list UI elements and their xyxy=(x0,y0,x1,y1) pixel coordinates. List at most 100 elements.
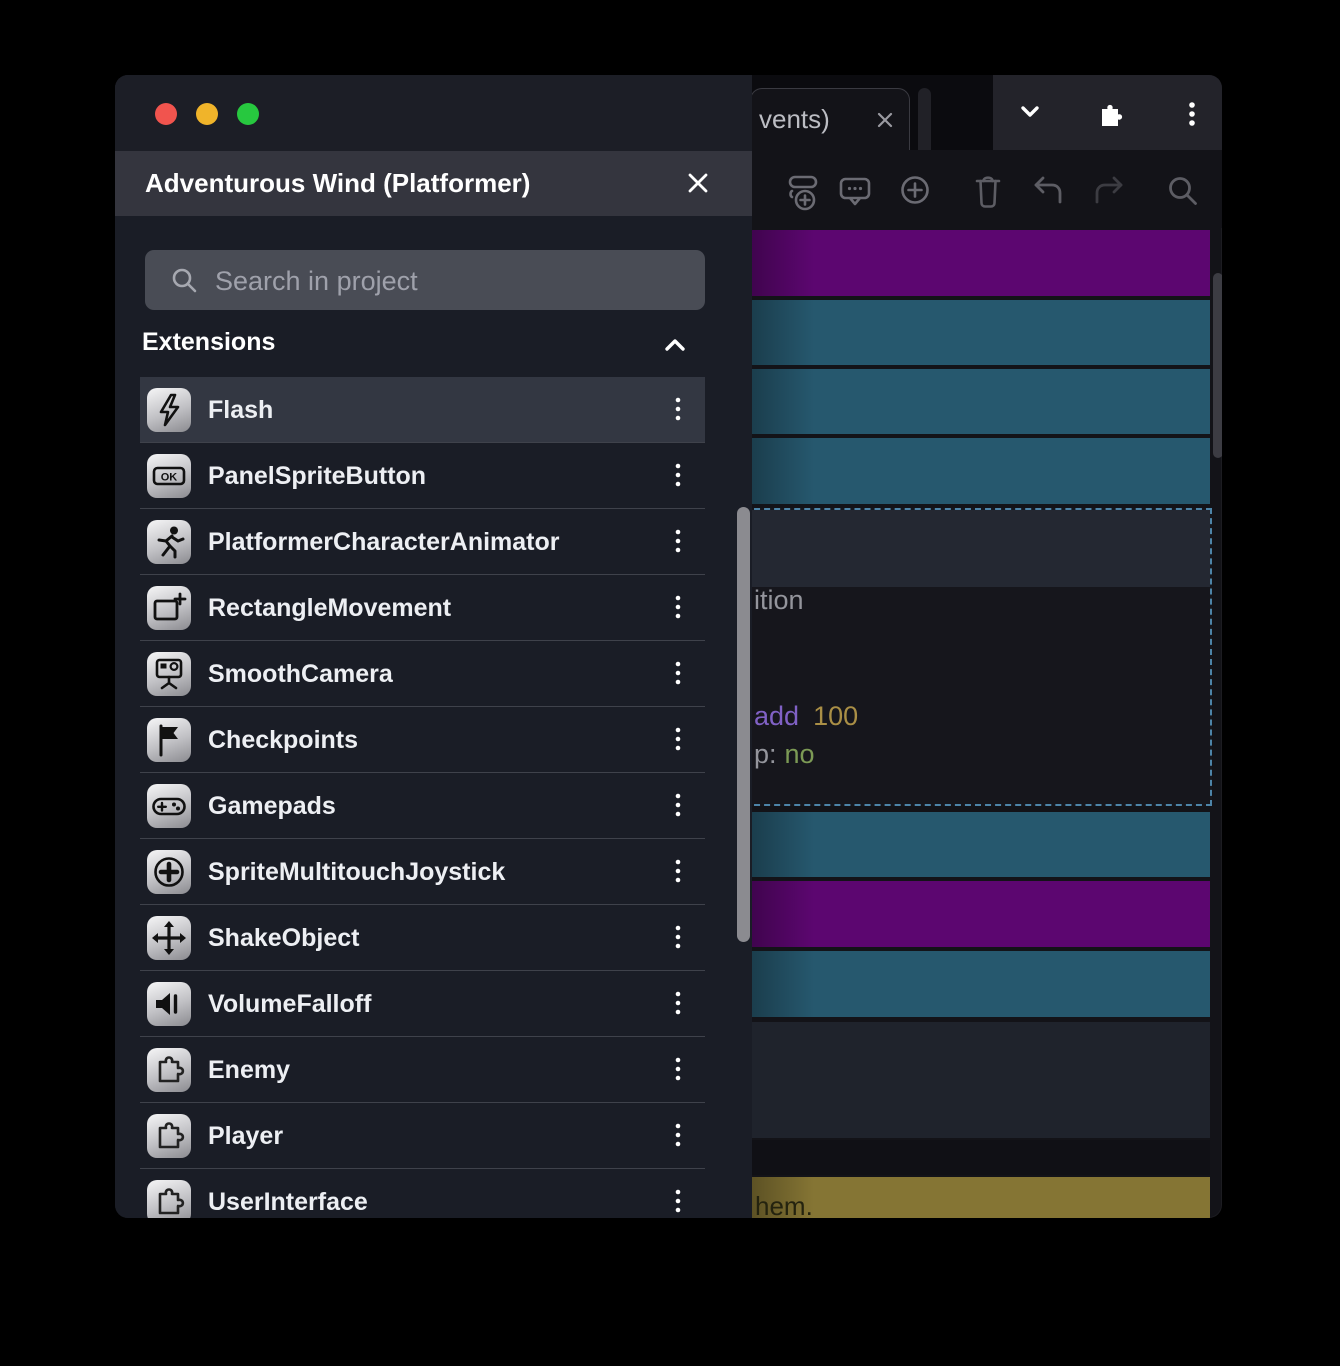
event-row[interactable] xyxy=(752,812,1210,877)
extension-label: Gamepads xyxy=(208,791,336,820)
search-icon xyxy=(172,268,197,293)
search-box xyxy=(145,250,705,312)
chevron-down-icon[interactable] xyxy=(1015,97,1045,127)
list-item-panelspritebutton[interactable]: OK PanelSpriteButton xyxy=(140,443,705,509)
panel-scrollbar-thumb[interactable] xyxy=(737,507,750,942)
item-menu-icon[interactable] xyxy=(667,723,689,757)
speaker-icon xyxy=(147,982,191,1026)
comment-text: hem. xyxy=(755,1191,813,1218)
add-sub-event-icon[interactable] xyxy=(780,170,824,214)
extension-label: SmoothCamera xyxy=(208,659,393,688)
list-item-spritemultitouchjoystick[interactable]: SpriteMultitouchJoystick xyxy=(140,839,705,905)
tab-events-label: vents) xyxy=(759,104,830,134)
list-item-volumefalloff[interactable]: VolumeFalloff xyxy=(140,971,705,1037)
extension-label: Player xyxy=(208,1121,284,1150)
event-row[interactable] xyxy=(752,1022,1210,1138)
chevron-up-icon[interactable] xyxy=(658,330,692,360)
extension-label: PanelSpriteButton xyxy=(208,461,427,490)
event-row[interactable] xyxy=(752,951,1210,1017)
gamepad-icon xyxy=(147,784,191,828)
list-item-rectanglemovement[interactable]: RectangleMovement xyxy=(140,575,705,641)
events-scrollbar-thumb[interactable] xyxy=(1213,273,1222,458)
comment-event-row[interactable]: hem. xyxy=(752,1177,1210,1218)
move-arrows-icon xyxy=(147,916,191,960)
list-item-gamepads[interactable]: Gamepads xyxy=(140,773,705,839)
item-menu-icon[interactable] xyxy=(667,459,689,493)
event-row[interactable] xyxy=(752,300,1210,365)
event-row[interactable] xyxy=(752,369,1210,434)
tab-close-icon[interactable] xyxy=(873,108,897,132)
item-menu-icon[interactable] xyxy=(667,657,689,691)
puzzle-icon xyxy=(147,1180,191,1218)
item-menu-icon[interactable] xyxy=(667,1119,689,1153)
action-prefix: p: xyxy=(754,739,777,769)
list-item-flash[interactable]: Flash xyxy=(140,377,705,443)
next-tab-edge[interactable] xyxy=(918,88,931,150)
add-event-icon[interactable] xyxy=(895,170,935,210)
item-menu-icon[interactable] xyxy=(667,855,689,889)
extensions-puzzle-icon[interactable] xyxy=(1092,98,1128,134)
list-item-enemy[interactable]: Enemy xyxy=(140,1037,705,1103)
event-conditions-area xyxy=(746,510,1210,587)
item-menu-icon[interactable] xyxy=(667,591,689,625)
item-menu-icon[interactable] xyxy=(667,789,689,823)
search-events-icon[interactable] xyxy=(1164,172,1202,210)
add-comment-icon[interactable] xyxy=(835,170,875,214)
close-window-button[interactable] xyxy=(155,103,177,125)
item-menu-icon[interactable] xyxy=(667,987,689,1021)
item-menu-icon[interactable] xyxy=(667,1053,689,1087)
trash-icon[interactable] xyxy=(970,172,1006,210)
extension-label: UserInterface xyxy=(208,1187,368,1216)
desktop-background: vents) ition add 100 p: no hem. Adventur… xyxy=(0,0,1340,1366)
puzzle-icon xyxy=(147,1048,191,1092)
event-row[interactable] xyxy=(752,438,1210,504)
window-titlebar xyxy=(115,75,752,151)
events-editor-region: vents) ition add 100 p: no hem. xyxy=(744,75,1222,1218)
extension-label: PlatformerCharacterAnimator xyxy=(208,527,560,556)
puzzle-icon xyxy=(147,1114,191,1158)
list-item-checkpoints[interactable]: Checkpoints xyxy=(140,707,705,773)
project-title: Adventurous Wind (Platformer) xyxy=(145,168,531,198)
events-toolbar xyxy=(752,150,1222,296)
event-row[interactable] xyxy=(752,881,1210,947)
redo-icon[interactable] xyxy=(1091,172,1129,210)
list-item-player[interactable]: Player xyxy=(140,1103,705,1169)
list-item-platformercharacteranimator[interactable]: PlatformerCharacterAnimator xyxy=(140,509,705,575)
event-row[interactable] xyxy=(752,230,1210,296)
bolt-icon xyxy=(147,388,191,432)
event-row[interactable] xyxy=(752,1140,1210,1175)
tab-events[interactable]: vents) xyxy=(750,88,910,151)
event-action-text: add 100 p: no xyxy=(754,697,858,773)
rectangle-plus-icon xyxy=(147,586,191,630)
extension-label: SpriteMultitouchJoystick xyxy=(208,857,506,886)
event-text-fragment: ition xyxy=(754,585,804,615)
extension-label: VolumeFalloff xyxy=(208,989,372,1018)
joystick-icon xyxy=(147,850,191,894)
list-item-smoothcamera[interactable]: SmoothCamera xyxy=(140,641,705,707)
panel-close-icon[interactable] xyxy=(681,166,715,200)
search-input[interactable] xyxy=(213,250,687,312)
list-item-shakeobject[interactable]: ShakeObject xyxy=(140,905,705,971)
extension-label: RectangleMovement xyxy=(208,593,452,622)
flag-icon xyxy=(147,718,191,762)
panel-header: Adventurous Wind (Platformer) xyxy=(115,151,752,216)
extensions-list: Flash OK PanelSpriteButton PlatformerCha… xyxy=(140,377,705,1218)
extension-label: Flash xyxy=(208,395,274,424)
item-menu-icon[interactable] xyxy=(667,525,689,559)
extension-label: Checkpoints xyxy=(208,725,359,754)
extension-label: Enemy xyxy=(208,1055,290,1084)
list-item-userinterface[interactable]: UserInterface xyxy=(140,1169,705,1218)
action-add-keyword: add xyxy=(754,701,800,731)
kebab-menu-icon[interactable] xyxy=(1177,97,1207,133)
action-value: 100 xyxy=(813,701,859,731)
extensions-section-header: Extensions xyxy=(142,328,276,356)
project-manager-panel: Adventurous Wind (Platformer) Extensions xyxy=(115,75,752,1218)
minimize-window-button[interactable] xyxy=(196,103,218,125)
undo-icon[interactable] xyxy=(1028,172,1066,210)
item-menu-icon[interactable] xyxy=(667,1185,689,1218)
zoom-window-button[interactable] xyxy=(237,103,259,125)
item-menu-icon[interactable] xyxy=(667,393,689,427)
runner-icon xyxy=(147,520,191,564)
item-menu-icon[interactable] xyxy=(667,921,689,955)
app-window: vents) ition add 100 p: no hem. Adventur… xyxy=(115,75,1222,1218)
